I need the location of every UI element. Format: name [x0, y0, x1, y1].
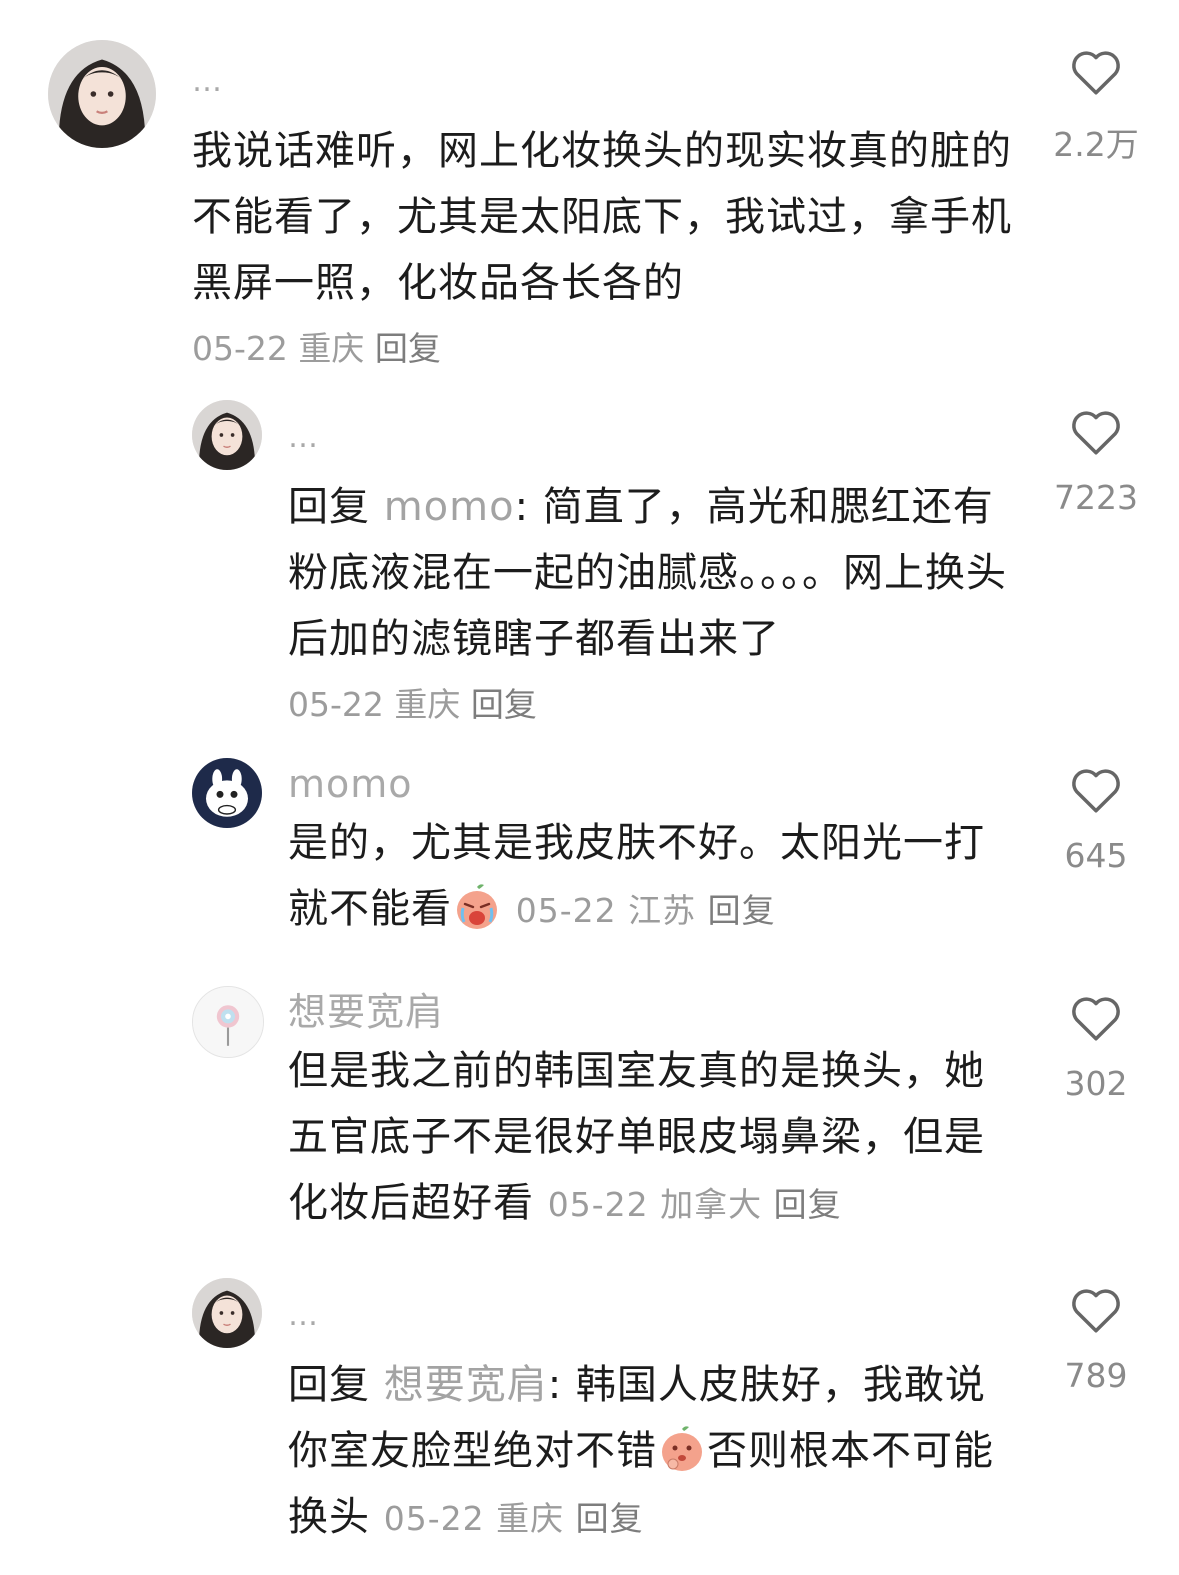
user-avatar[interactable]	[192, 758, 262, 828]
girl-portrait-avatar-icon	[48, 40, 156, 148]
comment-meta: 05-22 重庆 回复	[192, 316, 1022, 382]
like-count: 7223	[1054, 478, 1138, 517]
comment-text: 是的，尤其是我皮肤不好。太阳光一打就不能看 05-22 江苏 回复	[288, 810, 1018, 944]
comment-location: 重庆	[298, 329, 365, 368]
like-button[interactable]: 789	[1036, 1286, 1156, 1395]
username[interactable]: …	[288, 416, 1018, 460]
like-button[interactable]: 2.2万	[1036, 48, 1156, 166]
comment-meta: 05-22 重庆 回复	[288, 672, 1018, 738]
lollipop-avatar-icon	[193, 987, 263, 1057]
heart-icon	[1072, 51, 1120, 95]
comment-text: 回复 想要宽肩: 韩国人皮肤好，我敢说你室友脸型绝对不错 否则根本不可能换头 0…	[288, 1352, 1018, 1552]
comment-location: 江苏	[628, 891, 697, 930]
comment-meta: 05-22 加拿大 回复	[548, 1185, 842, 1224]
comment-date: 05-22	[515, 891, 617, 930]
reply-prefix: 回复	[288, 484, 370, 530]
crying-peach-emoji-icon	[452, 882, 502, 932]
reply-to-username[interactable]: 想要宽肩	[384, 1362, 548, 1408]
username[interactable]: 想要宽肩	[288, 990, 1018, 1034]
like-button[interactable]: 302	[1036, 994, 1156, 1103]
comment-location: 重庆	[496, 1499, 565, 1538]
reply-button[interactable]: 回复	[375, 329, 441, 368]
like-count: 302	[1064, 1064, 1128, 1103]
comment-location: 加拿大	[660, 1185, 763, 1224]
heart-icon	[1072, 997, 1120, 1041]
thinking-peach-emoji-icon	[657, 1424, 707, 1474]
reply-button[interactable]: 回复	[708, 891, 776, 930]
comment-meta: 05-22 江苏 回复	[516, 891, 776, 930]
reply-to-username[interactable]: momo	[384, 484, 515, 530]
girl-portrait-avatar-icon	[192, 1278, 262, 1348]
heart-icon	[1072, 1289, 1120, 1333]
girl-portrait-avatar-icon	[192, 400, 262, 470]
comment-meta: 05-22 重庆 回复	[384, 1499, 644, 1538]
username[interactable]: …	[192, 60, 1022, 104]
user-avatar[interactable]	[192, 1278, 262, 1348]
like-count: 789	[1064, 1356, 1128, 1395]
heart-icon	[1072, 769, 1120, 813]
heart-icon	[1072, 411, 1120, 455]
like-count: 2.2万	[1053, 125, 1139, 164]
like-button[interactable]: 7223	[1036, 408, 1156, 517]
reply-button[interactable]: 回复	[471, 685, 537, 724]
reply-button[interactable]: 回复	[576, 1499, 644, 1538]
user-avatar[interactable]	[192, 986, 264, 1058]
comment-text: 我说话难听，网上化妆换头的现实妆真的脏的不能看了，尤其是太阳底下，我试过，拿手机…	[192, 118, 1022, 316]
user-avatar[interactable]	[48, 40, 156, 148]
comment-text: 但是我之前的韩国室友真的是换头，她五官底子不是很好单眼皮塌鼻梁，但是化妆后超好看…	[288, 1038, 1018, 1238]
comment-date: 05-22	[547, 1185, 649, 1224]
user-avatar[interactable]	[192, 400, 262, 470]
comment-date: 05-22	[288, 685, 384, 724]
like-button[interactable]: 645	[1036, 766, 1156, 875]
comment-text: 回复 momo: 简直了，高光和腮红还有粉底液混在一起的油腻感。。。。网上换头后…	[288, 474, 1018, 672]
comment-date: 05-22	[383, 1499, 485, 1538]
reply-button[interactable]: 回复	[774, 1185, 842, 1224]
comment-location: 重庆	[394, 685, 461, 724]
comment-text-content: 我说话难听，网上化妆换头的现实妆真的脏的不能看了，尤其是太阳底下，我试过，拿手机…	[192, 128, 1012, 306]
comment-date: 05-22	[192, 329, 288, 368]
cartoon-bunny-avatar-icon	[192, 758, 262, 828]
username[interactable]: momo	[288, 762, 1018, 806]
reply-prefix: 回复	[288, 1362, 370, 1408]
username[interactable]: …	[288, 1294, 1018, 1338]
like-count: 645	[1064, 836, 1128, 875]
